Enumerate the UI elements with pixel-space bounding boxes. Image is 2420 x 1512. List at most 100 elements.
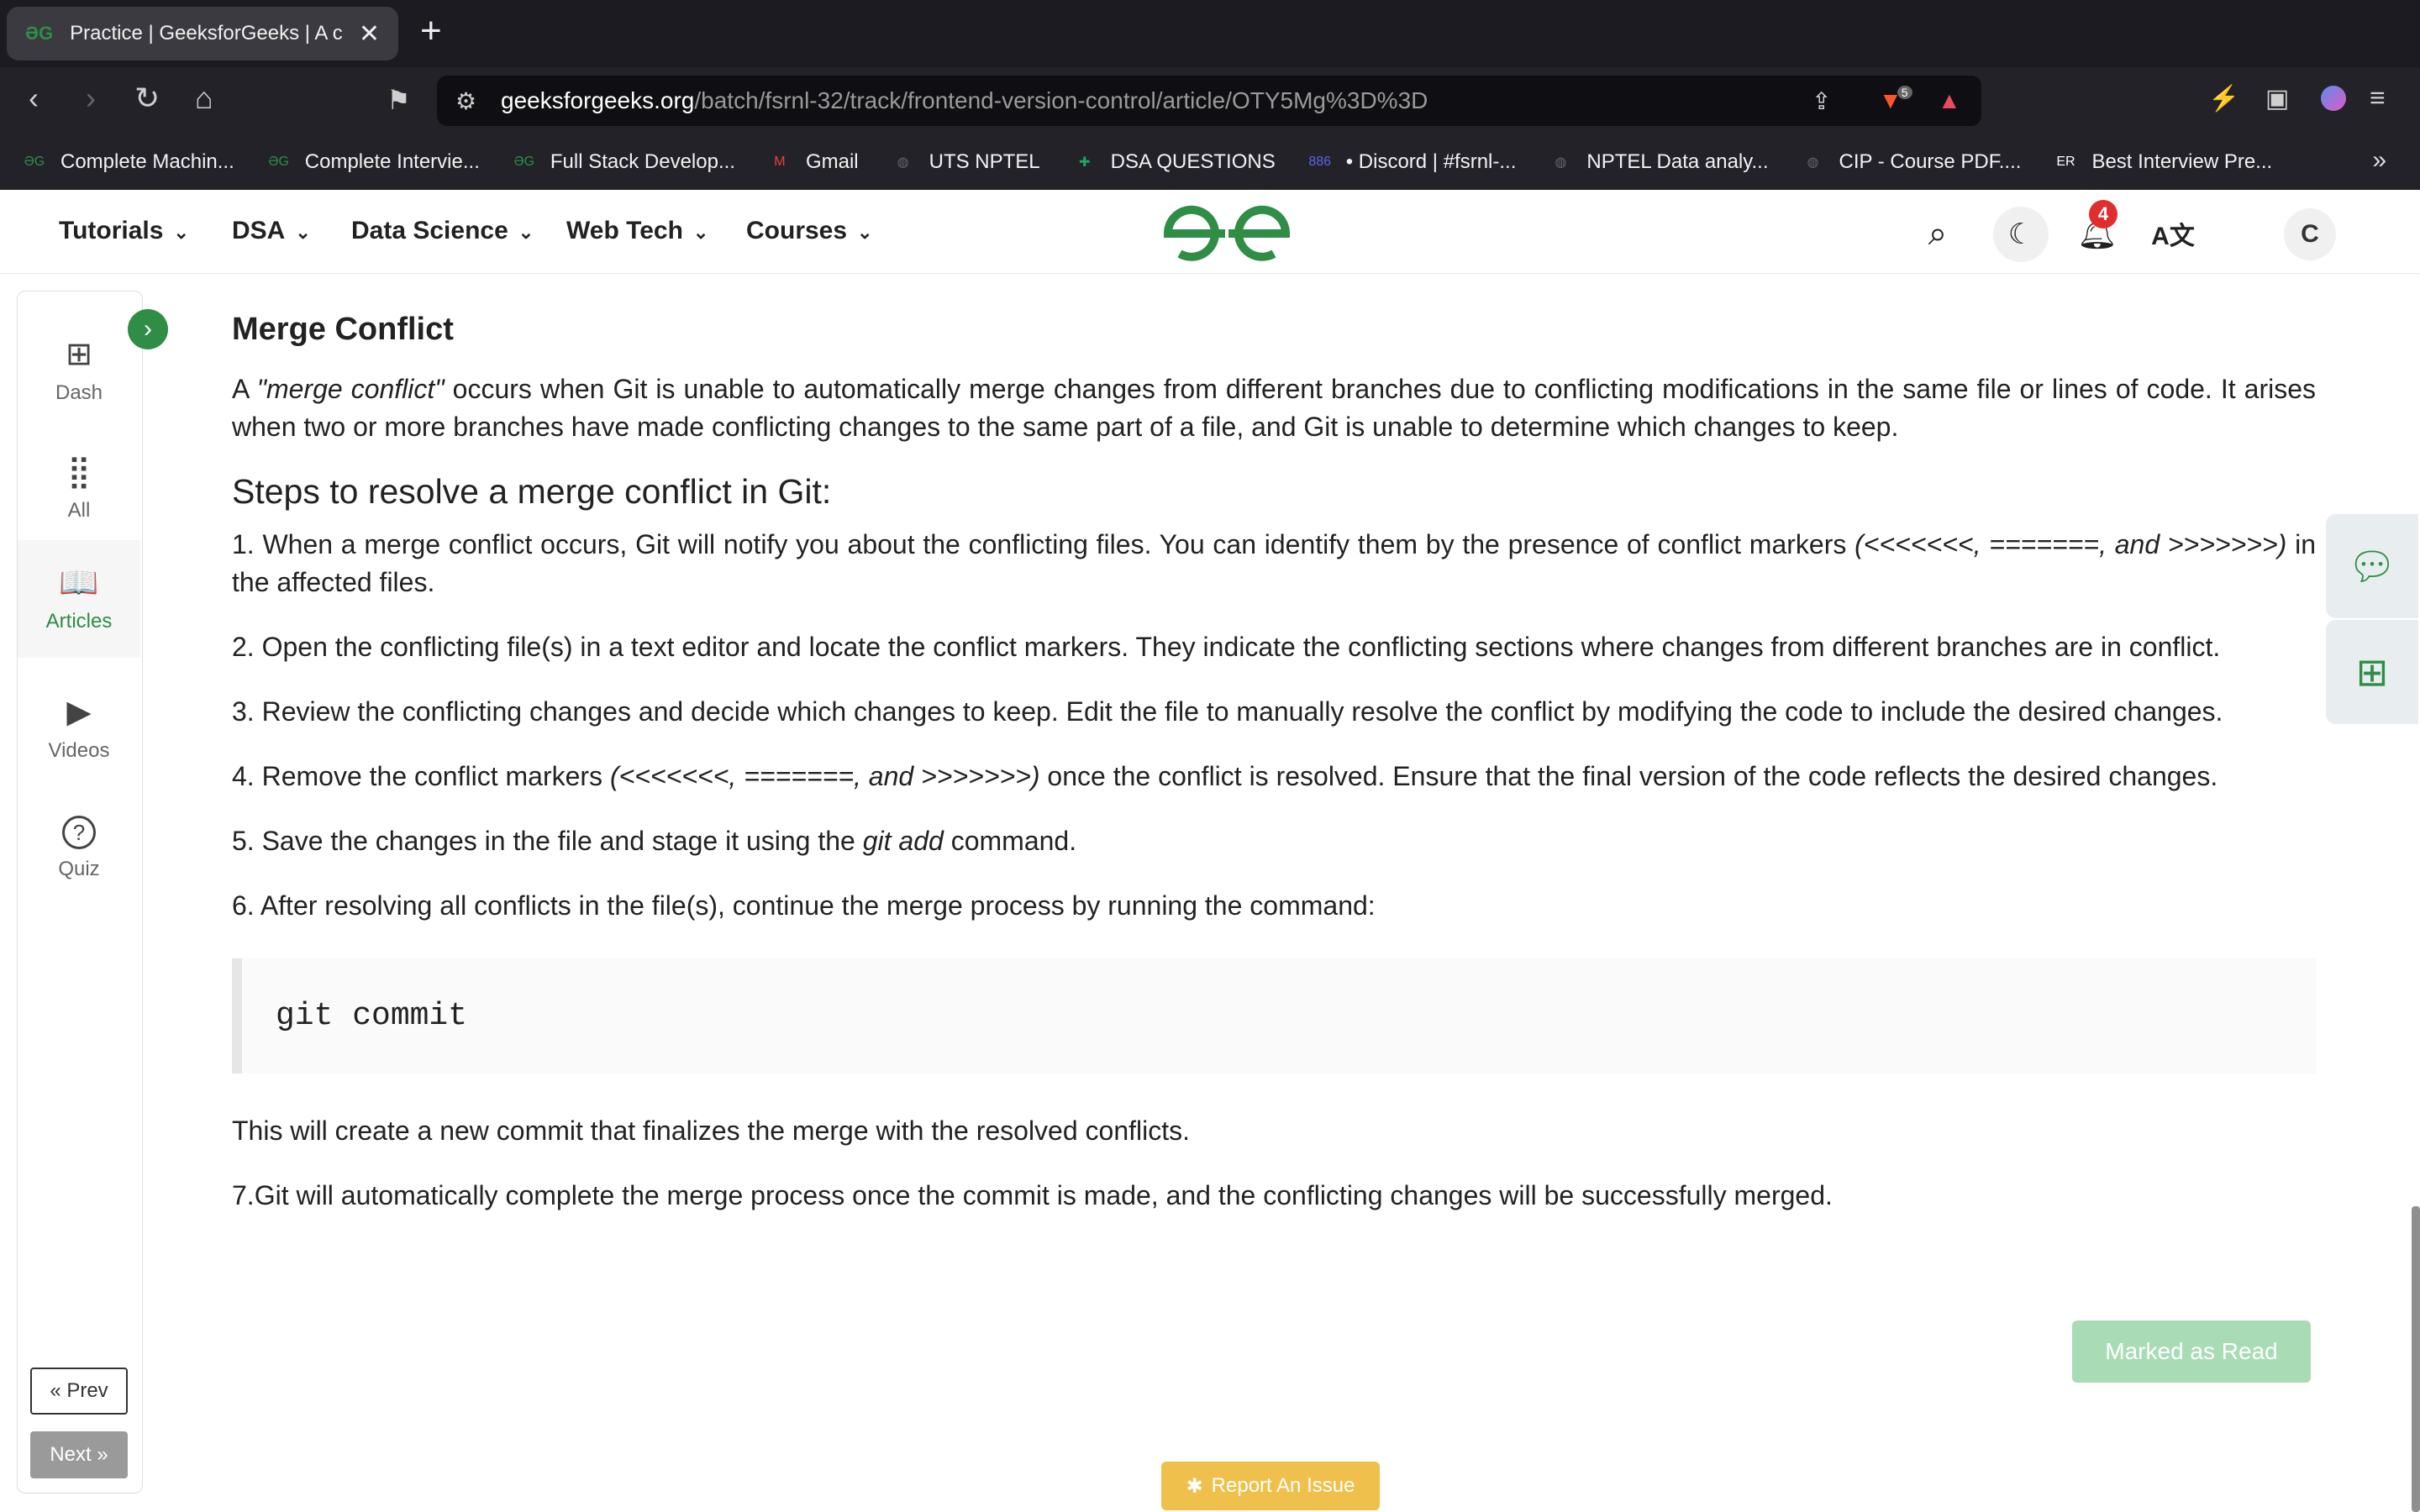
section-heading: Merge Conflict [232,312,454,347]
reload-icon[interactable]: ↻ [134,81,160,116]
new-tab-button[interactable]: + [420,10,442,52]
site-settings-icon[interactable]: ⚙ [455,87,489,115]
video-icon: ▶ [66,694,92,730]
step-3: 3. Review the conflicting changes and de… [232,696,2223,727]
gfg-favicon-icon: ƏG [25,23,54,44]
sidebar-item-dash[interactable]: ⊞ Dash [18,317,140,423]
bookmark-label: Complete Machin... [60,150,234,173]
sidebar-item-quiz[interactable]: ? Quiz [18,795,140,901]
discord-icon: 886 [1308,155,1332,169]
report-issue-button[interactable]: ✱ Report An Issue [1161,1462,1380,1510]
nav-dsa[interactable]: DSA ⌄ [232,217,311,245]
sidebar-item-all[interactable]: ⣿ All [18,434,140,540]
sidebar-item-label: All [67,498,91,522]
bookmark-item[interactable]: ER Best Interview Pre... [2053,150,2272,175]
bookmark-label: Best Interview Pre... [2091,150,2273,173]
bookmark-label: Complete Intervie... [304,150,480,173]
bookmark-item[interactable]: ✚ DSA QUESTIONS [1072,150,1276,175]
left-sidebar: ⊞ Dash ⣿ All 📖 Articles ▶ Videos ? Quiz [17,291,143,1494]
expand-sidebar-button[interactable]: › [128,309,168,349]
article-content: Merge Conflict A "merge conflict" occurs… [232,311,2316,1242]
nav-data-science[interactable]: Data Science ⌄ [351,217,534,245]
home-icon[interactable]: ⌂ [195,81,213,116]
browser-tab[interactable]: ƏG Practice | GeeksforGeeks | A c ✕ [7,7,398,60]
prev-button[interactable]: « Prev [30,1368,128,1415]
nav-courses[interactable]: Courses ⌄ [746,217,872,245]
bookmark-label: • Discord | #fsrnl-... [1345,150,1517,173]
sheets-icon: ✚ [1078,155,1091,170]
bookmark-label: DSA QUESTIONS [1110,150,1276,173]
nav-web-tech[interactable]: Web Tech ⌄ [566,217,708,245]
tab-title: Practice | GeeksforGeeks | A c [70,22,343,45]
step-4: 4. Remove the conflict markers (<<<<<<<,… [232,761,2218,791]
site-navbar: Tutorials ⌄ DSA ⌄ Data Science ⌄ Web Tech ⌄ … [0,190,2420,274]
wallet-icon[interactable]: ▣ [2265,84,2289,113]
sidebar-item-articles[interactable]: 📖 Articles [18,540,140,658]
step-6: 6. After resolving all conflicts in the … [232,890,1376,921]
sidebar-item-label: Articles [45,610,113,633]
bug-icon: ✱ [1186,1474,1203,1498]
bookmarks-bar: ƏG Complete Machin... ƏG Complete Intervie.… [0,134,2420,190]
steps-heading: Steps to resolve a merge conflict in Git… [232,472,832,511]
quiz-icon: ? [62,816,96,849]
bookmark-item[interactable]: M Gmail [767,150,859,175]
bookmark-item[interactable]: ƏG Complete Machin... [22,150,234,175]
marked-as-read-button[interactable]: Marked as Read [2072,1320,2311,1383]
bookmark-item[interactable]: ƏG Full Stack Develop... [512,150,735,175]
chevron-down-icon: ⌄ [692,222,709,243]
menu-icon[interactable]: ≡ [2370,82,2386,113]
avatar[interactable]: C [2284,208,2336,260]
notification-badge: 4 [2089,200,2118,228]
bookmark-item[interactable]: ◍ CIP - Course PDF.... [1800,150,2022,175]
code-block[interactable]: git commit [232,958,2316,1074]
globe-icon: ◍ [897,155,909,170]
bookmark-icon[interactable]: ⚑ [387,84,411,116]
chevron-down-icon: ⌄ [295,222,311,243]
bookmark-item[interactable]: ◍ NPTEL Data analy... [1548,150,1768,175]
next-button[interactable]: Next » [30,1431,128,1478]
er-icon: ER [2056,155,2075,169]
bookmark-item[interactable]: 886 • Discord | #fsrnl-... [1307,150,1517,175]
browser-tab-strip: ƏG Practice | GeeksforGeeks | A c ✕ + [0,0,2420,67]
chevron-down-icon: ⌄ [857,222,873,243]
translate-icon[interactable]: A文 [2148,208,2198,259]
profile-icon[interactable] [2321,86,2346,111]
chevron-down-icon: ⌄ [173,222,189,243]
brave-shields-icon[interactable]: ▼ 5 [1879,76,1912,126]
sidebar-item-videos[interactable]: ▶ Videos [18,675,140,780]
dashboard-icon: ⊞ [66,336,92,372]
forward-icon[interactable]: › [86,81,96,116]
search-icon[interactable]: ⌕ [1912,208,1963,259]
globe-icon: ◍ [1807,155,1819,170]
dark-mode-icon[interactable]: ☾ [1993,207,2049,262]
share-icon[interactable]: ⇪ [1812,76,1831,126]
after-code-paragraph: This will create a new commit that final… [232,1116,1191,1146]
book-icon: 📖 [59,565,99,601]
gfg-icon: ƏG [513,155,535,169]
brave-rewards-icon[interactable]: ▲ [1938,76,1961,126]
step-1: 1. When a merge conflict occurs, Git wil… [232,529,2317,597]
more-bookmarks-icon[interactable]: » [2372,146,2386,175]
globe-icon: ◍ [1555,155,1567,170]
back-icon[interactable]: ‹ [29,81,39,116]
gfg-logo[interactable] [1151,200,1302,268]
address-bar[interactable]: ⚙ geeksforgeeks.org/batch/fsrnl-32/track… [437,76,1981,126]
bookmark-item[interactable]: ƏG Complete Intervie... [266,150,480,175]
bookmark-label: Full Stack Develop... [550,150,735,173]
bookmark-label: Gmail [805,150,859,173]
scrollbar[interactable] [2412,1206,2420,1512]
bookmark-label: NPTEL Data analy... [1586,150,1769,173]
leo-icon[interactable]: ⚡ [2208,84,2239,113]
nav-tutorials[interactable]: Tutorials ⌄ [59,217,189,245]
close-tab-icon[interactable]: ✕ [359,19,380,49]
grid-icon: ⣿ [67,454,91,490]
chat-icon[interactable]: 💬︎ [2326,514,2418,618]
bookmark-item[interactable]: ◍ UTS NPTEL [891,150,1040,175]
bookmark-label: UTS NPTEL [929,150,1040,173]
url-text[interactable]: geeksforgeeks.org/batch/fsrnl-32/track/f… [501,87,1428,114]
add-note-icon[interactable]: ⊞ [2326,620,2418,724]
gmail-icon: M [774,155,786,169]
bookmark-label: CIP - Course PDF.... [1839,150,2022,173]
intro-paragraph: A "merge conflict" occurs when Git is un… [232,374,2317,442]
report-label: Report An Issue [1211,1474,1355,1497]
